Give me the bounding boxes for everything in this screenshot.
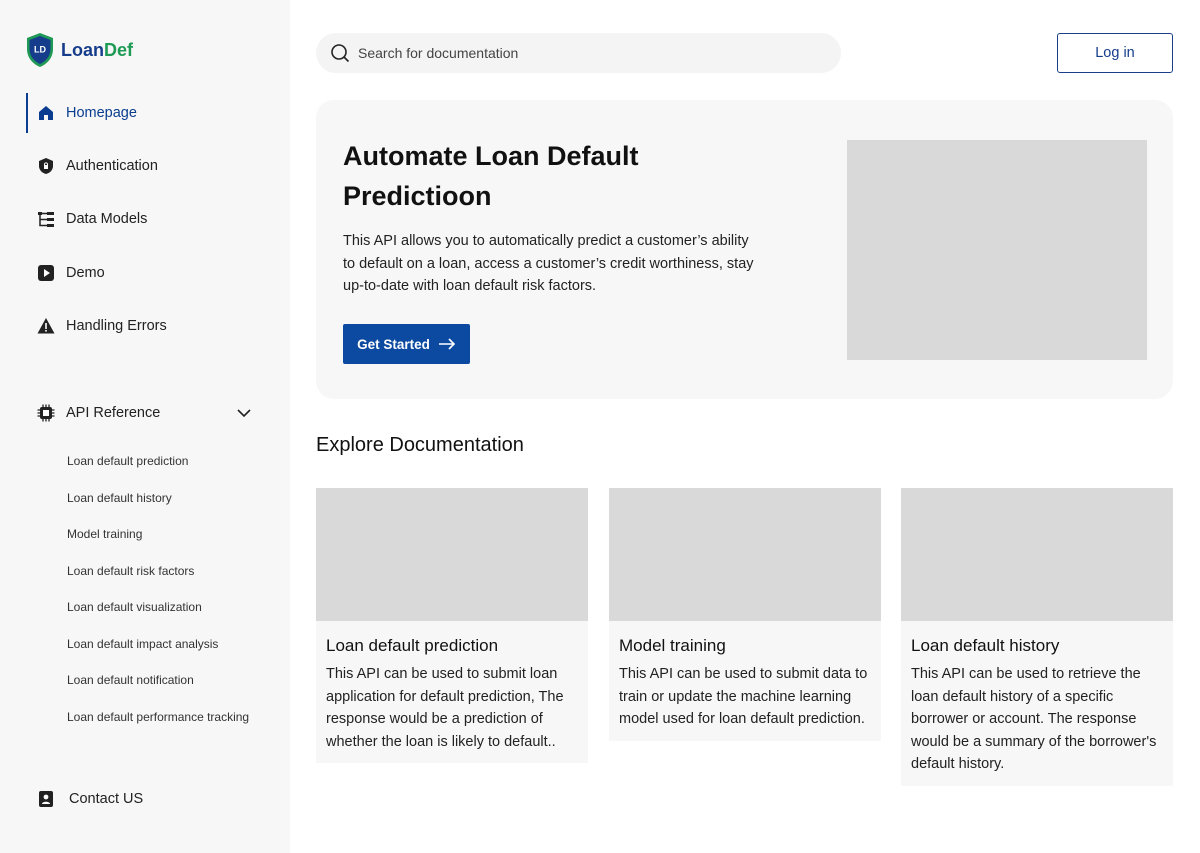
explore-section-title: Explore Documentation	[316, 434, 524, 456]
sidebar-item-label: Contact US	[69, 791, 144, 807]
hero-description: This API allows you to automatically pre…	[343, 233, 754, 294]
api-subitem-loan-default-prediction[interactable]: Loan default prediction	[67, 454, 188, 468]
sidebar-item-authentication[interactable]: Authentication	[26, 146, 266, 186]
doc-card-loan-default-history[interactable]: Loan default history This API can be use…	[901, 488, 1173, 786]
hero-section: Automate Loan Default Predictioon This A…	[316, 100, 1173, 399]
api-subitem-loan-default-notification[interactable]: Loan default notification	[67, 673, 194, 687]
sidebar-item-homepage[interactable]: Homepage	[26, 93, 266, 133]
shield-logo-icon: LD	[27, 33, 53, 67]
warning-icon	[37, 317, 55, 335]
card-image-placeholder	[316, 488, 588, 621]
sidebar-item-label: Demo	[66, 265, 105, 281]
get-started-button[interactable]: Get Started	[343, 324, 470, 364]
shield-lock-icon	[37, 157, 55, 175]
search-icon	[331, 44, 350, 63]
hero-title: Automate Loan Default Predictioon	[343, 141, 639, 211]
card-title: Loan default history	[911, 636, 1060, 655]
doc-card-loan-default-prediction[interactable]: Loan default prediction This API can be …	[316, 488, 588, 763]
card-description: This API can be used to retrieve the loa…	[911, 666, 1157, 772]
search-bar[interactable]	[316, 33, 841, 73]
sidebar-item-handling-errors[interactable]: Handling Errors	[26, 306, 266, 346]
sidebar-item-label: API Reference	[66, 405, 161, 421]
card-image-placeholder	[609, 488, 881, 621]
doc-card-model-training[interactable]: Model training This API can be used to s…	[609, 488, 881, 741]
api-subitem-model-training[interactable]: Model training	[67, 527, 142, 541]
home-icon	[37, 104, 55, 122]
sidebar-item-label: Data Models	[66, 211, 148, 227]
play-icon	[37, 264, 55, 282]
card-description: This API can be used to submit data to t…	[619, 666, 868, 727]
api-subitem-loan-default-history[interactable]: Loan default history	[67, 491, 172, 505]
arrow-right-icon	[438, 338, 456, 350]
svg-text:LD: LD	[34, 45, 46, 55]
login-button[interactable]: Log in	[1057, 33, 1173, 73]
contact-badge-icon	[37, 790, 55, 808]
hero-image-placeholder	[847, 140, 1147, 360]
brand-name: LoanDef	[61, 39, 134, 60]
sidebar-item-label: Homepage	[66, 105, 137, 121]
card-title: Loan default prediction	[326, 636, 499, 655]
get-started-label: Get Started	[357, 336, 430, 352]
sidebar-item-label: Handling Errors	[66, 318, 167, 334]
sidebar-item-demo[interactable]: Demo	[26, 253, 266, 293]
sidebar-item-label: Authentication	[66, 158, 158, 174]
sidebar-item-contact-us[interactable]: Contact US	[26, 779, 266, 819]
sidebar: LD LoanDef Homepage Authentication Data …	[0, 0, 290, 853]
api-subitem-loan-default-impact-analysis[interactable]: Loan default impact analysis	[67, 637, 218, 651]
card-title: Model training	[619, 636, 726, 655]
brand-logo[interactable]: LD LoanDef	[26, 32, 133, 68]
sidebar-item-data-models[interactable]: Data Models	[26, 199, 266, 239]
api-subitem-loan-default-performance-tracking[interactable]: Loan default performance tracking	[67, 710, 249, 724]
sidebar-item-api-reference[interactable]: API Reference	[26, 393, 266, 433]
api-subitem-loan-default-risk-factors[interactable]: Loan default risk factors	[67, 564, 194, 578]
card-image-placeholder	[901, 488, 1173, 621]
card-description: This API can be used to submit loan appl…	[326, 666, 564, 750]
tree-structure-icon	[37, 210, 55, 228]
chevron-down-icon[interactable]	[236, 405, 252, 421]
chip-icon	[37, 404, 55, 422]
api-subitem-loan-default-visualization[interactable]: Loan default visualization	[67, 600, 202, 614]
search-input[interactable]	[358, 45, 778, 61]
